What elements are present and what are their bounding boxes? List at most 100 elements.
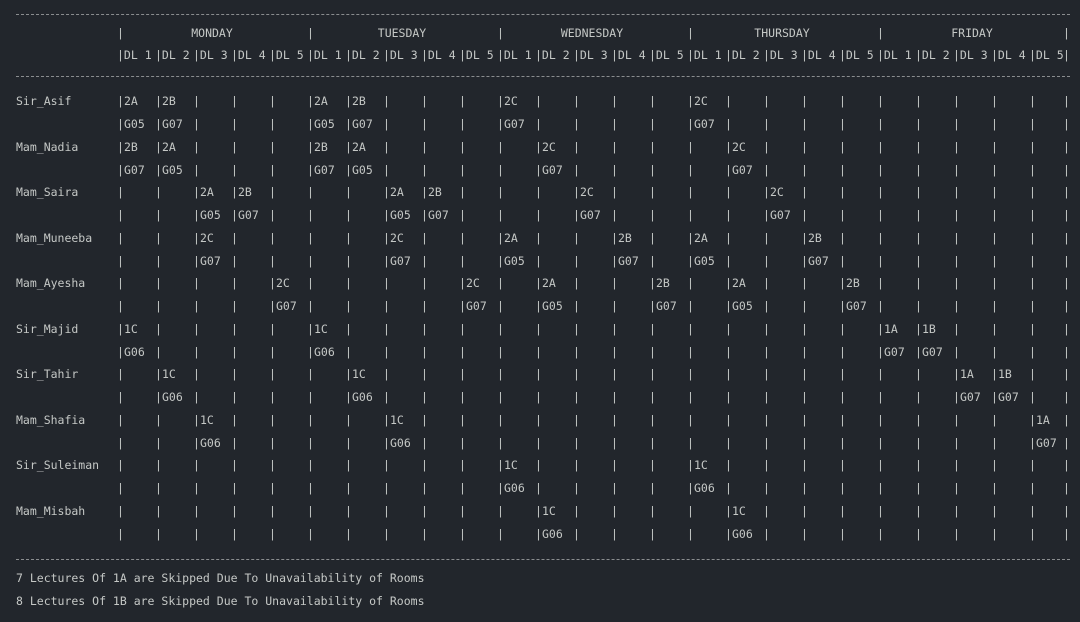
cell-separator: | (231, 139, 238, 154)
cell-separator: | (269, 230, 276, 245)
cell-separator: | (421, 162, 428, 177)
cell-separator: | (345, 185, 352, 199)
class-code: 2C (732, 139, 746, 154)
cell-separator: | (877, 481, 884, 495)
cell-separator: | (839, 208, 846, 222)
cell-separator: | (497, 458, 504, 472)
cell-separator: | (763, 162, 770, 177)
cell-separator: | (117, 276, 124, 290)
cell-separator: | (915, 344, 922, 359)
cell-separator: | (383, 94, 390, 108)
cell-separator: | (155, 481, 162, 495)
cell-separator: | (345, 299, 352, 313)
cell-separator: | (231, 367, 238, 381)
cell-separator: | (991, 367, 998, 381)
cell-separator: | (345, 344, 352, 359)
slot-label: |DL 2 (535, 48, 570, 62)
teacher-name: Mam_Shafia (16, 412, 86, 427)
cell-separator: | (953, 526, 960, 541)
cell-separator: | (193, 390, 200, 404)
cell-separator: | (155, 208, 162, 222)
room-code: G06 (504, 481, 525, 495)
day-label: THURSDAY (754, 26, 810, 40)
cell-separator: | (459, 185, 466, 199)
cell-separator: | (155, 367, 162, 381)
cell-separator: | (877, 94, 884, 108)
cell-separator: | (497, 481, 504, 495)
cell-separator: | (307, 390, 314, 404)
slot-label: |DL 2 (725, 48, 760, 62)
cell-separator: | (649, 230, 656, 245)
cell-separator: | (155, 299, 162, 313)
cell-separator: | (1063, 503, 1070, 518)
cell-separator: | (877, 230, 884, 245)
cell-separator: | (991, 185, 998, 199)
cell-separator: | (649, 367, 656, 381)
cell-separator: | (421, 208, 428, 222)
cell-separator: | (497, 117, 504, 131)
cell-separator: | (763, 321, 770, 336)
class-code: 2B (846, 276, 860, 290)
room-code: G07 (352, 117, 373, 131)
cell-separator: | (117, 94, 124, 108)
cell-separator: | (915, 139, 922, 154)
cell-separator: | (1063, 162, 1070, 177)
cell-separator: | (991, 117, 998, 131)
cell-separator: | (535, 390, 542, 404)
cell-separator: | (801, 367, 808, 381)
cell-separator: | (763, 344, 770, 359)
cell-separator: | (687, 94, 694, 108)
cell-separator: | (307, 253, 314, 268)
cell-separator: | (383, 526, 390, 541)
cell-separator: | (953, 299, 960, 313)
cell-separator: | (877, 503, 884, 518)
cell-separator: | (269, 299, 276, 313)
cell-separator: | (953, 276, 960, 290)
cell-separator: | (383, 503, 390, 518)
separator-line (16, 76, 1070, 77)
cell-separator: | (1029, 117, 1036, 131)
cell-separator: | (497, 412, 504, 427)
class-code: 2A (732, 276, 746, 290)
cell-separator: | (345, 321, 352, 336)
cell-separator: | (611, 435, 618, 450)
cell-separator: | (915, 526, 922, 541)
cell-separator: | (953, 412, 960, 427)
cell-separator: | (839, 117, 846, 131)
cell-separator: | (535, 367, 542, 381)
cell-separator: | (421, 117, 428, 131)
cell-separator: | (421, 412, 428, 427)
cell-separator: | (345, 94, 352, 108)
cell-separator: | (763, 503, 770, 518)
cell-separator: | (1063, 526, 1070, 541)
cell-separator: | (1029, 230, 1036, 245)
cell-separator: | (877, 117, 884, 131)
slot-label: |DL 5 (1029, 48, 1064, 62)
slot-label: |DL 2 (155, 48, 190, 62)
cell-separator: | (763, 412, 770, 427)
cell-separator: | (763, 253, 770, 268)
cell-separator: | (991, 276, 998, 290)
cell-separator: | (307, 139, 314, 154)
cell-separator: | (155, 253, 162, 268)
cell-separator: | (497, 503, 504, 518)
cell-separator: | (1029, 94, 1036, 108)
cell-separator: | (307, 276, 314, 290)
cell-separator: | (915, 412, 922, 427)
class-code: 2C (580, 185, 594, 199)
cell-separator: | (535, 526, 542, 541)
cell-separator: | (649, 435, 656, 450)
cell-separator: | (345, 367, 352, 381)
cell-separator: | (497, 344, 504, 359)
room-code: G07 (998, 390, 1019, 404)
cell-separator: | (687, 344, 694, 359)
cell-separator: | (345, 526, 352, 541)
cell-separator: | (535, 139, 542, 154)
slot-label: |DL 1 (877, 48, 912, 62)
cell-separator: | (345, 412, 352, 427)
cell-separator: | (687, 276, 694, 290)
cell-separator: | (839, 458, 846, 472)
cell-separator: | (1029, 344, 1036, 359)
cell-separator: | (915, 390, 922, 404)
cell-separator: | (991, 526, 998, 541)
